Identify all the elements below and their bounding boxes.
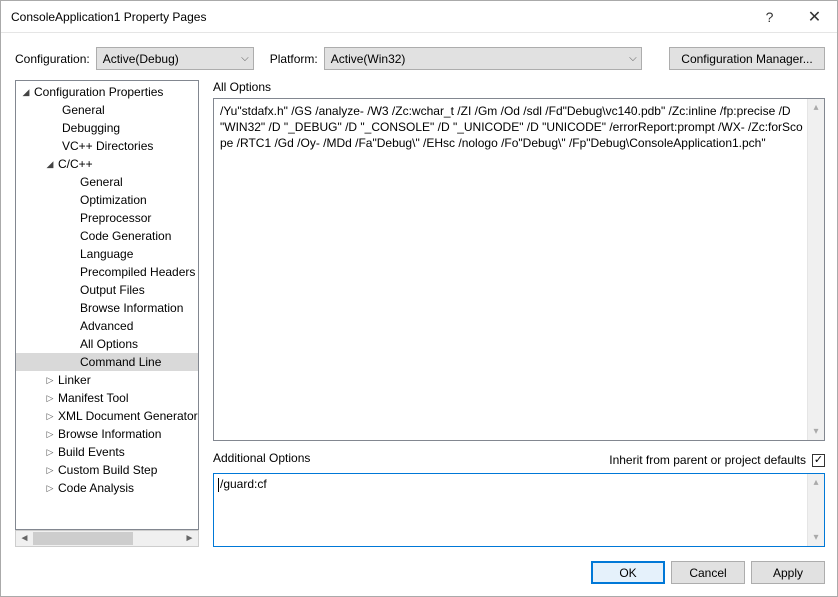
platform-value: Active(Win32) [331, 52, 406, 66]
tree-item-preprocessor[interactable]: Preprocessor [16, 209, 198, 227]
all-options-vertical-scrollbar[interactable]: ▴ ▾ [807, 99, 824, 440]
tree-panel: ◢ Configuration Properties General Debug… [15, 80, 199, 547]
all-options-label: All Options [213, 80, 825, 94]
tree-item-configuration-properties[interactable]: ◢ Configuration Properties [16, 83, 198, 101]
collapse-arrow-icon: ▷ [44, 465, 56, 476]
collapse-arrow-icon: ▷ [44, 393, 56, 404]
tree-item-linker[interactable]: ▷ Linker [16, 371, 198, 389]
tree-item-optimization[interactable]: Optimization [16, 191, 198, 209]
additional-options-vertical-scrollbar[interactable]: ▴ ▾ [807, 474, 824, 546]
platform-combo[interactable]: Active(Win32) ⌵ [324, 47, 642, 70]
tree-item-advanced[interactable]: Advanced [16, 317, 198, 335]
collapse-arrow-icon: ▷ [44, 429, 56, 440]
tree-item-manifest-tool[interactable]: ▷ Manifest Tool [16, 389, 198, 407]
tree-item-ccpp-general[interactable]: General [16, 173, 198, 191]
tree-item-xml-doc-generator[interactable]: ▷ XML Document Generator [16, 407, 198, 425]
configuration-value: Active(Debug) [103, 52, 179, 66]
scrollbar-thumb[interactable] [33, 532, 133, 545]
tree-item-command-line[interactable]: Command Line [16, 353, 198, 371]
scroll-up-icon[interactable]: ▴ [809, 474, 824, 491]
tree-item-debugging[interactable]: Debugging [16, 119, 198, 137]
all-options-textbox[interactable]: /Yu"stdafx.h" /GS /analyze- /W3 /Zc:wcha… [213, 98, 825, 441]
configuration-row: Configuration: Active(Debug) ⌵ Platform:… [1, 33, 837, 80]
command-line-panel: All Options /Yu"stdafx.h" /GS /analyze- … [213, 80, 825, 547]
window-title: ConsoleApplication1 Property Pages [11, 10, 747, 24]
chevron-down-icon: ⌵ [241, 53, 249, 64]
platform-label: Platform: [270, 52, 318, 66]
property-pages-window: ConsoleApplication1 Property Pages ? ✕ C… [0, 0, 838, 597]
expand-arrow-icon: ◢ [44, 159, 56, 170]
all-options-text: /Yu"stdafx.h" /GS /analyze- /W3 /Zc:wcha… [214, 99, 824, 155]
scroll-right-icon[interactable]: ► [181, 531, 198, 546]
additional-options-text: /guard:cf [214, 474, 824, 495]
expand-arrow-icon: ◢ [20, 87, 32, 98]
tree-horizontal-scrollbar[interactable]: ◄ ► [15, 530, 199, 547]
chevron-down-icon: ⌵ [629, 53, 637, 64]
tree-item-general[interactable]: General [16, 101, 198, 119]
collapse-arrow-icon: ▷ [44, 411, 56, 422]
configuration-manager-button[interactable]: Configuration Manager... [669, 47, 825, 70]
tree-item-ccpp[interactable]: ◢ C/C++ [16, 155, 198, 173]
tree-item-all-options[interactable]: All Options [16, 335, 198, 353]
tree-item-vcpp-directories[interactable]: VC++ Directories [16, 137, 198, 155]
property-tree[interactable]: ◢ Configuration Properties General Debug… [15, 80, 199, 530]
cancel-button[interactable]: Cancel [671, 561, 745, 584]
ok-button[interactable]: OK [591, 561, 665, 584]
tree-item-custom-build-step[interactable]: ▷ Custom Build Step [16, 461, 198, 479]
scroll-up-icon[interactable]: ▴ [809, 99, 824, 116]
inherit-checkbox[interactable]: ✓ [812, 454, 825, 467]
tree-item-output-files[interactable]: Output Files [16, 281, 198, 299]
collapse-arrow-icon: ▷ [44, 483, 56, 494]
additional-options-textbox[interactable]: /guard:cf ▴ ▾ [213, 473, 825, 547]
tree-item-browse-information-2[interactable]: ▷ Browse Information [16, 425, 198, 443]
scroll-down-icon[interactable]: ▾ [809, 529, 824, 546]
dialog-footer: OK Cancel Apply [1, 547, 837, 596]
apply-button[interactable]: Apply [751, 561, 825, 584]
text-caret-icon [218, 478, 219, 492]
scroll-down-icon[interactable]: ▾ [809, 423, 824, 440]
inherit-label: Inherit from parent or project defaults [609, 453, 806, 467]
collapse-arrow-icon: ▷ [44, 375, 56, 386]
scroll-left-icon[interactable]: ◄ [16, 531, 33, 546]
tree-item-code-generation[interactable]: Code Generation [16, 227, 198, 245]
help-button[interactable]: ? [747, 2, 792, 32]
tree-item-language[interactable]: Language [16, 245, 198, 263]
configuration-label: Configuration: [15, 52, 90, 66]
configuration-combo[interactable]: Active(Debug) ⌵ [96, 47, 254, 70]
tree-item-build-events[interactable]: ▷ Build Events [16, 443, 198, 461]
titlebar: ConsoleApplication1 Property Pages ? ✕ [1, 1, 837, 33]
tree-item-precompiled-headers[interactable]: Precompiled Headers [16, 263, 198, 281]
tree-item-browse-information[interactable]: Browse Information [16, 299, 198, 317]
collapse-arrow-icon: ▷ [44, 447, 56, 458]
tree-item-code-analysis[interactable]: ▷ Code Analysis [16, 479, 198, 497]
additional-options-label: Additional Options [213, 451, 609, 465]
close-button[interactable]: ✕ [792, 2, 837, 32]
